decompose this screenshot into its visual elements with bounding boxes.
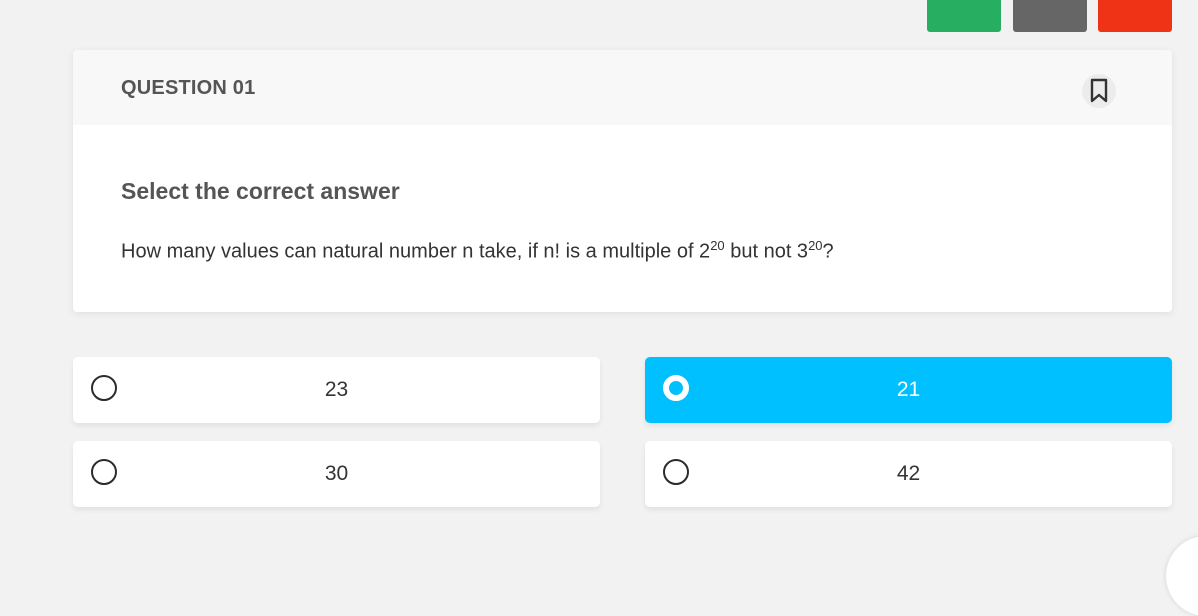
score-skipped-badge: 0 (1013, 0, 1087, 32)
option-c-value: 30 (324, 462, 349, 485)
option-a-value: 23 (324, 378, 349, 401)
question-text-part2: but not 3 (724, 240, 809, 263)
exponent-2: 20 (808, 238, 823, 253)
exponent-1: 20 (710, 238, 725, 253)
question-text-part1: How many values can natural number n tak… (121, 240, 711, 263)
score-correct-badge: +1 (927, 0, 1001, 32)
instruction-text: Select the correct answer (121, 178, 400, 204)
question-card: QUESTION 01 Select the correct answer Ho… (73, 50, 1172, 312)
bookmark-button[interactable] (1082, 74, 1116, 108)
option-a[interactable]: 23 (73, 357, 600, 423)
option-b-value: 21 (896, 378, 921, 401)
score-wrong-badge: 0 (1098, 0, 1172, 32)
floating-action-button[interactable] (1166, 536, 1198, 616)
bookmark-icon (1090, 78, 1108, 103)
question-text-part3: ? (822, 240, 834, 263)
question-header: QUESTION 01 (73, 50, 1172, 125)
score-skipped-value: 0 (1045, 0, 1055, 2)
score-correct-value: +1 (954, 0, 975, 2)
option-c[interactable]: 30 (73, 441, 600, 507)
score-wrong-value: 0 (1130, 0, 1140, 2)
option-d[interactable]: 42 (645, 441, 1172, 507)
question-text: How many values can natural number n tak… (121, 238, 834, 264)
option-d-value: 42 (896, 462, 921, 485)
option-b[interactable]: 21 (645, 357, 1172, 423)
question-number: QUESTION 01 (121, 77, 256, 99)
